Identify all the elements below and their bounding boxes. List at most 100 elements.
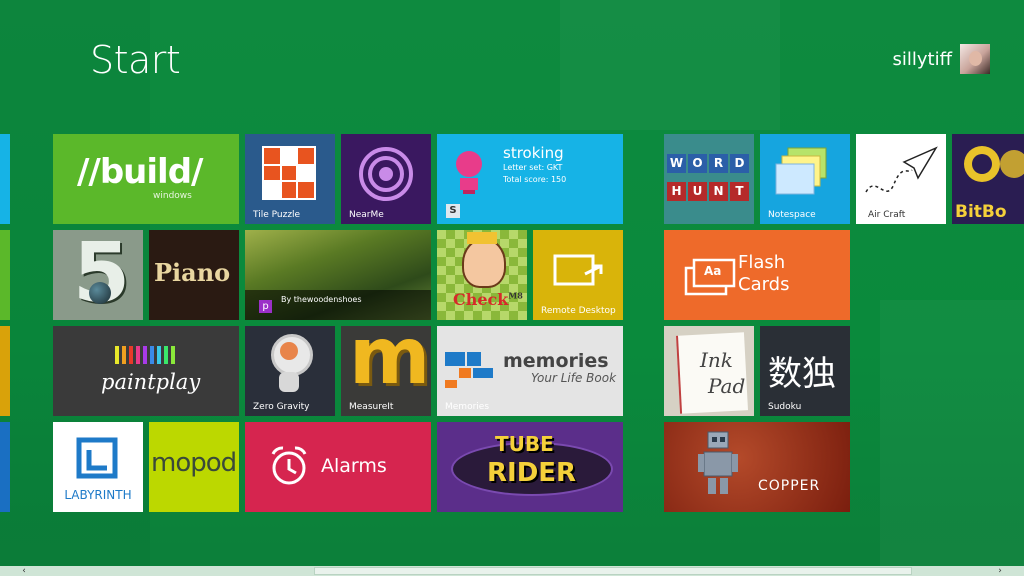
measureit-logo: m	[349, 326, 431, 402]
letter-tile: R	[709, 154, 728, 173]
alarms-label: Alarms	[321, 455, 387, 477]
scroll-left-arrow-icon[interactable]: ‹	[16, 566, 32, 576]
ball-icon	[89, 282, 111, 304]
check-text: CheckM8	[453, 290, 523, 309]
tile-stroking[interactable]: stroking Letter set: GKT Total score: 15…	[437, 134, 623, 224]
stroking-title: stroking	[503, 144, 564, 162]
photo-caption: By thewoodenshoes	[281, 295, 362, 304]
partial-tile[interactable]	[0, 326, 10, 416]
build-subtitle: windows	[153, 191, 192, 201]
paint-bar	[150, 346, 154, 364]
ink-pad-line2: Pad	[708, 374, 746, 398]
tile-label: Notespace	[768, 210, 816, 220]
tile-label: NearMe	[349, 210, 384, 220]
tile-build[interactable]: //build/ windows	[53, 134, 239, 224]
ink-pad-line1: Ink	[700, 348, 733, 372]
tile-label: Tile Puzzle	[253, 210, 301, 220]
word-hunt-row2: H U N T	[667, 182, 749, 201]
letter-tile: U	[688, 182, 707, 201]
stroking-icon	[456, 151, 482, 194]
tile-label: Air Craft	[868, 210, 906, 220]
crown-icon	[467, 232, 497, 244]
tube-rider-line1: TUBE	[495, 432, 554, 456]
five-text: 5	[73, 230, 131, 320]
check-label: Check	[453, 290, 509, 309]
tile-zero-gravity[interactable]: Zero Gravity	[245, 326, 335, 416]
tile-label: Remote Desktop	[541, 306, 616, 316]
tile-tube-rider[interactable]: TUBE RIDER	[437, 422, 623, 512]
tile-label: MeasureIt	[349, 402, 394, 412]
paint-bar	[122, 346, 126, 364]
copper-label: COPPER	[758, 478, 821, 494]
memories-subtitle: Your Life Book	[531, 371, 617, 385]
paintplay-text: paintplay	[101, 370, 201, 394]
letter-tile: O	[688, 154, 707, 173]
partial-tile[interactable]	[0, 230, 10, 320]
tile-flash-cards[interactable]: Aa Flash Cards	[664, 230, 850, 320]
tile-air-craft[interactable]: Air Craft	[856, 134, 946, 224]
tile-photo[interactable]: p By thewoodenshoes	[245, 230, 431, 320]
astronaut-body	[279, 372, 299, 392]
build-logo: //build/	[77, 152, 203, 192]
partial-tile[interactable]	[0, 422, 10, 512]
sudoku-text: 数独	[768, 354, 836, 394]
flash-cards-icon-text: Aa	[704, 264, 722, 278]
mopod-text: mopod	[151, 448, 237, 478]
tile-measureit[interactable]: m MeasureIt	[341, 326, 431, 416]
check-sup: M8	[508, 290, 523, 301]
stroking-line1: Letter set: GKT	[503, 163, 563, 172]
letter-tile: H	[667, 182, 686, 201]
flash-cards-line1: Flash	[738, 252, 786, 273]
letter-tile: N	[709, 182, 728, 201]
paint-bar	[143, 346, 147, 364]
horizontal-scrollbar[interactable]: ‹ ›	[0, 566, 1024, 576]
paint-bars	[115, 346, 175, 364]
tile-labyrinth[interactable]: LABYRINTH	[53, 422, 143, 512]
flash-cards-line2: Cards	[738, 274, 790, 295]
tile-mopod[interactable]: mopod	[149, 422, 239, 512]
tile-paintplay[interactable]: paintplay	[53, 326, 239, 416]
tile-word-hunt[interactable]: W O R D H U N T	[664, 134, 754, 224]
astronaut-face	[280, 342, 298, 360]
word-hunt-row1: W O R D	[667, 154, 749, 173]
tile-five[interactable]: 5	[53, 230, 143, 320]
paint-bar	[157, 346, 161, 364]
tile-label: Sudoku	[768, 402, 802, 412]
tile-nearme[interactable]: NearMe	[341, 134, 431, 224]
flash-cards-icon	[684, 258, 736, 296]
paint-bar	[164, 346, 168, 364]
scroll-right-arrow-icon[interactable]: ›	[992, 566, 1008, 576]
tile-label: Zero Gravity	[253, 402, 310, 412]
tile-check[interactable]: CheckM8	[437, 230, 527, 320]
user-name: sillytiff	[892, 48, 953, 70]
paint-bar	[136, 346, 140, 364]
king-icon	[462, 238, 506, 288]
tile-copper[interactable]: COPPER	[664, 422, 850, 512]
tile-piano[interactable]: Piano	[149, 230, 239, 320]
stroking-line2: Total score: 150	[503, 175, 567, 184]
tile-bitbox[interactable]: BitBo	[952, 134, 1024, 224]
user-account[interactable]: sillytiff	[892, 44, 990, 74]
paint-bar	[171, 346, 175, 364]
letter-tile: T	[730, 182, 749, 201]
partial-tile[interactable]	[0, 134, 10, 224]
labyrinth-icon	[76, 437, 118, 479]
letter-tile: D	[730, 154, 749, 173]
alarm-clock-icon	[271, 446, 307, 485]
tile-tile-puzzle[interactable]: Tile Puzzle	[245, 134, 335, 224]
page-title: Start	[90, 38, 181, 82]
tile-sudoku[interactable]: 数独 Sudoku	[760, 326, 850, 416]
scrollbar-thumb[interactable]	[314, 567, 912, 575]
labyrinth-label: LABYRINTH	[64, 488, 132, 502]
tile-remote-desktop[interactable]: Remote Desktop	[533, 230, 623, 320]
paint-bar	[129, 346, 133, 364]
bg-shape	[880, 300, 1024, 576]
bitbox-text: BitBo	[955, 202, 1007, 222]
paper-icon	[676, 332, 748, 414]
tile-notespace[interactable]: Notespace	[760, 134, 850, 224]
stroking-badge: S	[446, 204, 460, 218]
tile-memories[interactable]: memories Your Life Book Memories	[437, 326, 623, 416]
tile-ink-pad[interactable]: Ink Pad	[664, 326, 754, 416]
paint-bar	[115, 346, 119, 364]
tile-alarms[interactable]: Alarms	[245, 422, 431, 512]
